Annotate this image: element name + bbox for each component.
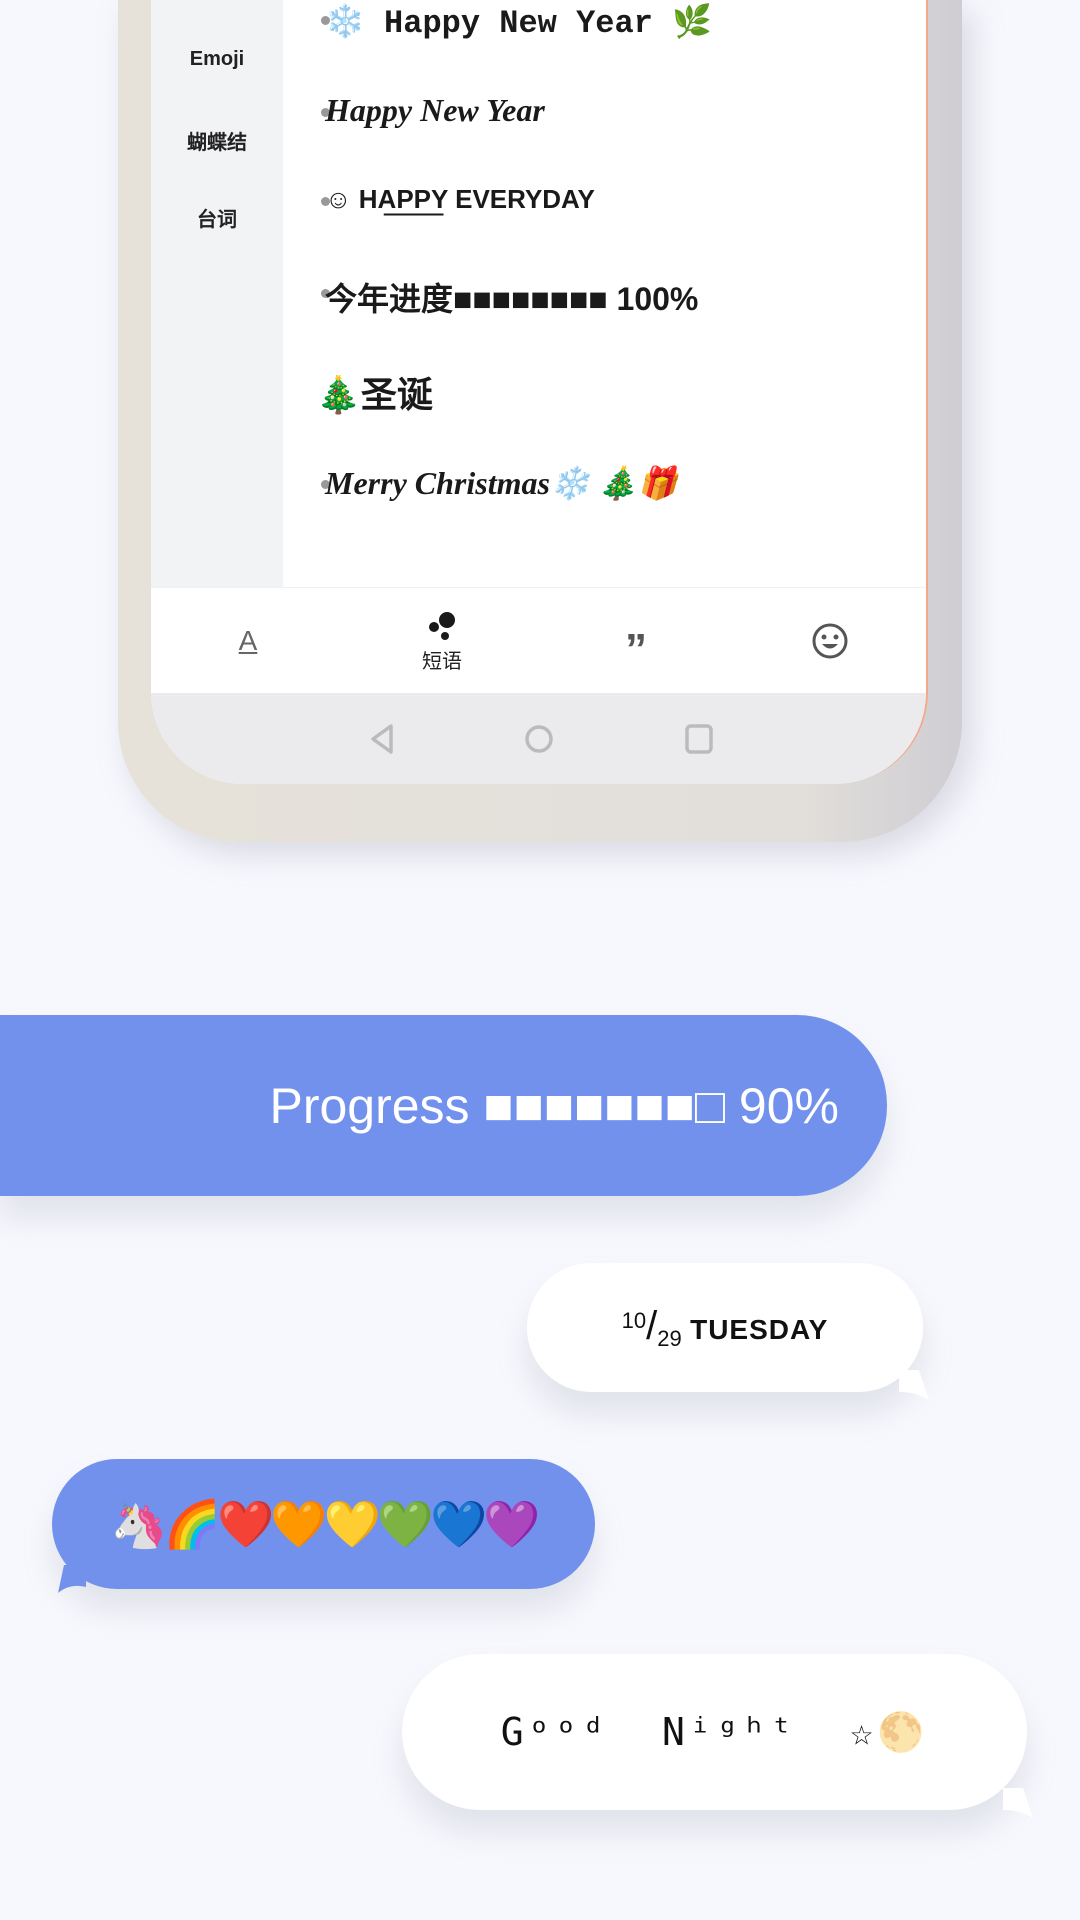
bubble-tail (58, 1565, 86, 1593)
bubbles-icon (429, 611, 455, 640)
emoji-bubble: 🦄🌈❤️🧡💛💚💙💜 (52, 1459, 595, 1593)
back-icon[interactable] (367, 723, 397, 755)
recents-icon[interactable] (683, 723, 715, 755)
bubble-text: 10/29 TUESDAY (622, 1304, 829, 1352)
bubble-tail (1003, 1788, 1033, 1818)
weekday: TUESDAY (690, 1313, 829, 1345)
home-icon[interactable] (523, 723, 555, 755)
phrase-item[interactable]: 今年进度■■■■■■■■ 100% (325, 274, 698, 320)
category-sidebar: Emoji 蝴蝶结 台词 (151, 0, 283, 587)
progress-bubble: Progress ■■■■■■■□ 90% (0, 1015, 887, 1196)
date-day: 29 (657, 1325, 682, 1351)
bubble-tail (899, 1370, 929, 1400)
bubble-text: 🦄🌈❤️🧡💛💚💙💜 (110, 1497, 540, 1550)
tab-quotes[interactable]: ” (539, 588, 733, 694)
date-month: 10 (621, 1307, 647, 1333)
phone-screen: Emoji 蝴蝶结 台词 ❄️ Happy New Year 🌿 Happy N… (151, 0, 928, 784)
font-a-icon: A (238, 625, 258, 656)
quote-icon: ” (625, 625, 647, 674)
tab-label: 短语 (422, 650, 462, 673)
phrase-item[interactable]: Merry Christmas❄️ 🎄🎁 (325, 464, 677, 502)
sidebar-item-bow[interactable]: 蝴蝶结 (151, 126, 283, 155)
date-bubble: 10/29 TUESDAY (527, 1263, 929, 1400)
section-title: 🎄圣诞 (316, 374, 433, 415)
goodnight-bubble: Gᵒᵒᵈ Nⁱᵍʰᵗ ☆🌕 (402, 1654, 1033, 1818)
tab-font[interactable]: A (151, 588, 345, 694)
smiley-icon (812, 623, 848, 659)
bubble-text: Progress ■■■■■■■□ 90% (269, 1077, 839, 1134)
tab-phrases[interactable]: 短语 (345, 588, 539, 694)
phrase-item[interactable]: Happy New Year (325, 92, 545, 129)
sidebar-item-lines[interactable]: 台词 (151, 203, 283, 232)
phrase-item[interactable]: ❄️ Happy New Year 🌿 (325, 2, 712, 42)
sidebar-item-emoji[interactable]: Emoji (151, 48, 283, 71)
bubble-text: Gᵒᵒᵈ Nⁱᵍʰᵗ ☆🌕 (500, 1709, 929, 1754)
date-slash: / (646, 1303, 658, 1348)
tab-emoji[interactable] (733, 588, 926, 694)
phrase-item[interactable]: ☺ HA͟P͟P͟Y EVERYDAY (325, 184, 595, 215)
bottom-tab-bar: A 短语 ” (151, 587, 926, 694)
system-nav-bar (151, 693, 926, 784)
